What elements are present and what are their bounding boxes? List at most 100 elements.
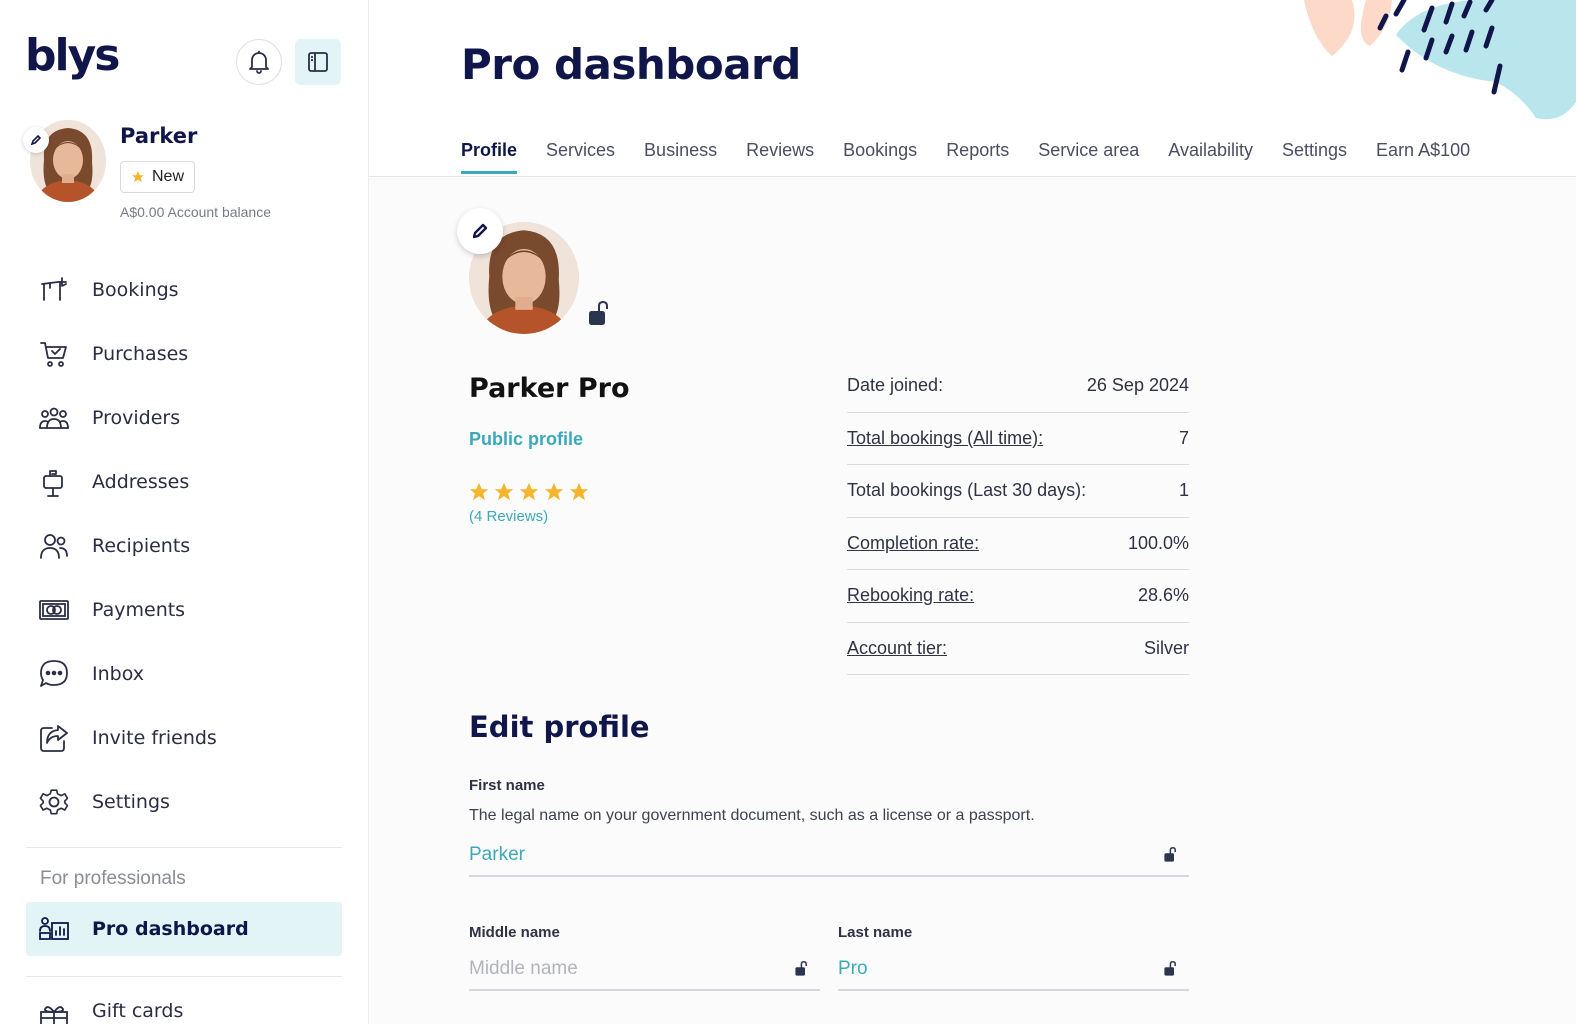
stat-label[interactable]: Account tier: [847,638,947,659]
tab-services[interactable]: Services [546,140,615,174]
sidebar-item-label: Bookings [92,279,179,301]
tab-business[interactable]: Business [644,140,717,174]
stat-label: Date joined: [847,375,944,396]
sidebar-item-label: Purchases [92,343,189,365]
decorative-shapes [1304,0,1576,120]
star-icon [469,482,489,501]
sidebar-item-settings[interactable]: Settings [26,770,342,834]
stat-label[interactable]: Rebooking rate: [847,585,974,606]
star-icon [519,482,539,501]
sidebar-item-label: Settings [92,791,170,813]
first-name-help: The legal name on your government docume… [469,807,1035,824]
rating-stars [468,481,590,503]
first-name-field-wrapper [469,835,1189,877]
sidebar-item-label: Providers [92,407,181,429]
stat-value: 1 [1178,480,1189,501]
sidebar-divider [26,847,342,848]
edit-profile-heading: Edit profile [469,710,650,744]
stat-value: 28.6% [1137,585,1189,606]
unlock-icon [1164,847,1176,862]
first-name-label: First name [469,777,545,794]
sidebar-item-recipients[interactable]: Recipients [26,514,342,578]
sidebar-item-pro-dashboard[interactable]: Pro dashboard [26,902,342,956]
tab-profile[interactable]: Profile [461,140,518,174]
tab-reviews[interactable]: Reviews [746,140,814,174]
edit-profile-photo-button[interactable] [457,208,503,254]
reviews-count-link[interactable]: (4 Reviews) [469,508,548,525]
stat-label: Total bookings (Last 30 days): [847,480,1087,501]
stat-value: 100.0% [1127,532,1189,553]
stat-label[interactable]: Completion rate: [847,533,979,554]
toggle-sidebar-button[interactable] [295,39,341,85]
pencil-icon [472,223,488,239]
sidebar-item-label: Invite friends [92,727,217,749]
sidebar-item-payments[interactable]: Payments [26,578,342,642]
sidebar: blys Parker New A$0.00 Account balance B… [0,0,369,1024]
stat-value: 26 Sep 2024 [1086,375,1189,396]
sidebar-item-label: Inbox [92,663,144,685]
bookings-icon [41,277,67,301]
gift-icon [40,1006,68,1024]
stat-value: Silver [1143,637,1189,658]
pro-name: Parker Pro [469,373,630,404]
stat-row: Total bookings (All time): 7 [847,413,1189,465]
sidebar-panel-icon [308,52,328,72]
unlock-icon [589,300,608,325]
tab-reports[interactable]: Reports [946,140,1009,174]
star-icon [132,171,144,183]
sidebar-item-providers[interactable]: Providers [26,386,342,450]
user-name: Parker [120,124,198,148]
unlock-icon [795,961,807,976]
stat-value: 7 [1178,427,1189,448]
star-icon [494,482,514,501]
sidebar-item-bookings[interactable]: Bookings [26,258,342,322]
sidebar-item-label: Gift cards [92,1000,184,1022]
unlock-icon [1164,961,1176,976]
pencil-icon [30,134,42,146]
stat-row: Account tier: Silver [847,623,1189,675]
sidebar-item-label: Addresses [92,471,190,493]
stat-label[interactable]: Total bookings (All time): [847,428,1043,449]
share-icon [40,725,68,752]
tab-settings[interactable]: Settings [1282,140,1347,174]
star-icon [544,482,564,501]
sidebar-item-gift-cards[interactable]: Gift cards [26,1000,342,1024]
tab-bookings[interactable]: Bookings [843,140,917,174]
notifications-button[interactable] [236,39,282,85]
chat-icon [40,660,68,687]
sidebar-item-invite-friends[interactable]: Invite friends [26,706,342,770]
sidebar-section-label: For professionals [40,868,186,889]
edit-avatar-button[interactable] [23,127,49,153]
payment-icon [39,600,69,620]
providers-icon [39,407,69,429]
profile-stats: Date joined: 26 Sep 2024 Total bookings … [847,360,1189,675]
stat-row: Date joined: 26 Sep 2024 [847,360,1189,413]
blys-logo[interactable]: blys [25,30,120,81]
first-name-field[interactable] [469,844,1117,866]
sidebar-nav: Bookings Purchases Providers Addresses R… [26,258,342,834]
pro-dashboard-icon [39,917,69,940]
sidebar-item-label: Payments [92,599,186,621]
middle-name-field[interactable] [469,958,785,980]
account-balance: A$0.00 Account balance [120,204,272,220]
middle-name-label: Middle name [469,924,560,941]
dashboard-tabs: Profile Services Business Reviews Bookin… [461,140,1499,174]
public-profile-link[interactable]: Public profile [469,429,583,450]
tab-availability[interactable]: Availability [1168,140,1253,174]
page-title: Pro dashboard [461,40,801,89]
stat-row: Total bookings (Last 30 days): 1 [847,465,1189,518]
stat-row: Completion rate: 100.0% [847,518,1189,570]
stat-row: Rebooking rate: 28.6% [847,570,1189,623]
bell-icon [249,50,269,74]
sidebar-item-purchases[interactable]: Purchases [26,322,342,386]
tab-service-area[interactable]: Service area [1038,140,1139,174]
users-icon [40,534,68,559]
cart-icon [40,342,67,367]
tab-earn[interactable]: Earn A$100 [1376,140,1470,174]
sidebar-item-label: Pro dashboard [92,918,249,940]
profile-content: Parker Pro Public profile (4 Reviews) Da… [369,177,1576,1024]
sidebar-divider [26,976,342,977]
sidebar-item-addresses[interactable]: Addresses [26,450,342,514]
last-name-field[interactable] [838,958,1154,980]
sidebar-item-inbox[interactable]: Inbox [26,642,342,706]
